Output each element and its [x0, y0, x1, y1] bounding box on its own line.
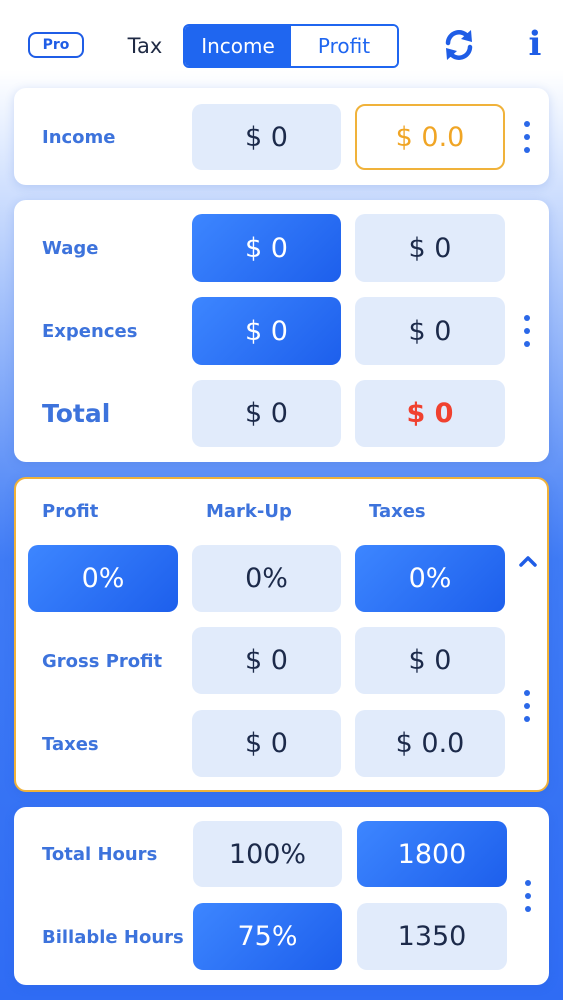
- profit-more-icon[interactable]: [521, 690, 533, 722]
- gross-profit-label: Gross Profit: [42, 650, 163, 672]
- total-hours-percent[interactable]: 100%: [193, 821, 342, 887]
- wage-label: Wage: [42, 237, 99, 259]
- pro-badge[interactable]: Pro: [28, 32, 84, 58]
- wage-result[interactable]: $ 0: [355, 214, 505, 282]
- mode-segmented-control: Income Profit: [183, 24, 399, 68]
- tab-income[interactable]: Income: [185, 26, 291, 66]
- gross-profit-result[interactable]: $ 0: [355, 627, 505, 694]
- total-hours-label: Total Hours: [42, 843, 158, 865]
- total-label: Total: [42, 398, 111, 428]
- wage-input[interactable]: $ 0: [192, 214, 341, 282]
- expences-label: Expences: [42, 320, 138, 342]
- billable-hours-value[interactable]: 1350: [357, 903, 507, 970]
- gross-profit-value[interactable]: $ 0: [192, 627, 341, 694]
- profit-column-label: Profit: [42, 500, 99, 522]
- total-value[interactable]: $ 0: [192, 380, 341, 447]
- refresh-icon[interactable]: [440, 26, 478, 64]
- taxes-value[interactable]: $ 0: [192, 710, 341, 777]
- tab-profit[interactable]: Profit: [291, 26, 397, 66]
- total-hours-input[interactable]: 1800: [357, 821, 507, 887]
- markup-column-label: Mark-Up: [206, 500, 292, 522]
- markup-percent-input[interactable]: 0%: [192, 545, 341, 612]
- income-input[interactable]: $ 0: [192, 104, 341, 170]
- taxes-percent-input[interactable]: 0%: [355, 545, 505, 612]
- chevron-up-icon[interactable]: [515, 548, 541, 574]
- income-label: Income: [42, 126, 116, 148]
- expences-input[interactable]: $ 0: [192, 297, 341, 365]
- billable-hours-label: Billable Hours: [42, 926, 184, 948]
- tab-tax[interactable]: Tax: [122, 30, 168, 62]
- total-result[interactable]: $ 0: [355, 380, 505, 447]
- hours-more-icon[interactable]: [522, 880, 534, 912]
- wage-more-icon[interactable]: [521, 315, 533, 347]
- taxes-label: Taxes: [42, 733, 99, 755]
- profit-percent-input[interactable]: 0%: [28, 545, 178, 612]
- info-icon[interactable]: i: [520, 24, 550, 64]
- billable-hours-percent-input[interactable]: 75%: [193, 903, 342, 970]
- expences-result[interactable]: $ 0: [355, 297, 505, 365]
- taxes-result[interactable]: $ 0.0: [355, 710, 505, 777]
- income-more-icon[interactable]: [521, 121, 533, 153]
- income-result[interactable]: $ 0.0: [355, 104, 505, 170]
- taxes-column-label: Taxes: [369, 500, 426, 522]
